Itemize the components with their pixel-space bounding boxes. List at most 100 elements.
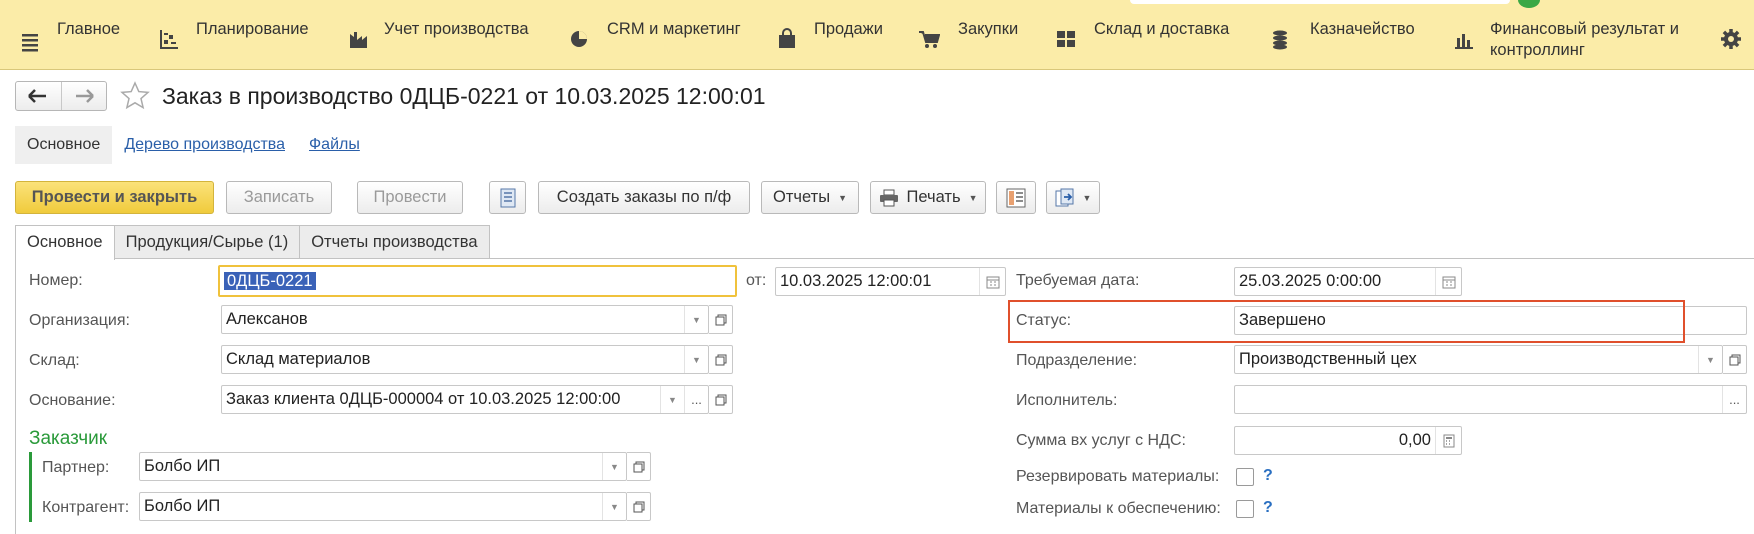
post-button[interactable]: Провести: [357, 181, 463, 214]
organization-field[interactable]: Алексанов ▼: [221, 305, 709, 334]
reserve-materials-checkbox[interactable]: [1236, 468, 1254, 486]
create-orders-button[interactable]: Создать заказы по п/ф: [538, 181, 750, 214]
menu-label: Казначейство: [1310, 20, 1415, 38]
reports-button[interactable]: Отчеты ▼: [761, 181, 859, 214]
related-docs-button[interactable]: ▼: [1046, 181, 1100, 214]
executor-label: Исполнитель:: [1016, 392, 1118, 409]
reports-label: Отчеты: [773, 188, 831, 206]
dropdown-caret-icon[interactable]: ▼: [602, 493, 626, 520]
materials-to-provide-checkbox[interactable]: [1236, 500, 1254, 518]
menu-item-sales[interactable]: Продажи: [770, 0, 900, 70]
open-basis-button[interactable]: [709, 385, 733, 414]
menu-label: Склад и доставка: [1094, 20, 1230, 38]
calendar-icon: [1442, 276, 1455, 288]
list-icon: [500, 188, 515, 207]
open-organization-button[interactable]: [709, 305, 733, 334]
document-tabs: Основное Продукция/Сырье (1) Отчеты прои…: [15, 225, 490, 260]
open-window-icon: [715, 394, 726, 405]
section-files-link[interactable]: Файлы: [297, 126, 372, 164]
menu-item-production[interactable]: Учет производства: [340, 0, 540, 70]
open-window-icon: [715, 314, 726, 325]
document-list-button[interactable]: [489, 181, 526, 214]
structure-button[interactable]: [996, 181, 1036, 214]
form-sections: Основное Дерево производства Файлы: [15, 126, 372, 164]
warehouse-value: Склад материалов: [226, 350, 371, 368]
calendar-icon: [986, 276, 999, 288]
section-main[interactable]: Основное: [15, 126, 113, 164]
from-date-field[interactable]: 10.03.2025 12:00:01: [775, 267, 1006, 296]
menu-label: Планирование: [196, 20, 309, 38]
executor-field[interactable]: ...: [1234, 385, 1747, 414]
tab-body-border: [15, 258, 16, 534]
reserve-materials-label: Резервировать материалы:: [1016, 468, 1220, 485]
favorite-star-icon[interactable]: [119, 80, 151, 112]
section-production-tree-link[interactable]: Дерево производства: [112, 126, 297, 164]
open-counterparty-button[interactable]: [627, 492, 651, 521]
partner-field[interactable]: Болбо ИП ▼: [139, 452, 627, 481]
required-date-field[interactable]: 25.03.2025 0:00:00: [1234, 267, 1462, 296]
open-division-button[interactable]: [1723, 345, 1747, 374]
sum-field[interactable]: 0,00: [1234, 426, 1462, 455]
dropdown-caret-icon: ▼: [1082, 192, 1092, 203]
shopping-bag-icon: [779, 28, 795, 48]
basis-value: Заказ клиента 0ДЦБ-000004 от 10.03.2025 …: [226, 390, 621, 408]
calendar-button[interactable]: [979, 268, 1005, 295]
menu-item-financial[interactable]: Финансовый результат и контроллинг: [1445, 0, 1695, 70]
division-label: Подразделение:: [1016, 352, 1138, 369]
dropdown-caret-icon: ▼: [968, 192, 978, 203]
planning-icon: [160, 30, 178, 49]
division-field[interactable]: Производственный цех ▼: [1234, 345, 1723, 374]
coins-icon: [1273, 30, 1287, 50]
number-label: Номер:: [29, 272, 83, 289]
menu-item-warehouse[interactable]: Склад и доставка: [1045, 0, 1245, 70]
menu-item-main[interactable]: Главное: [0, 0, 140, 70]
menu-item-treasury[interactable]: Казначейство: [1260, 0, 1430, 70]
organization-label: Организация:: [29, 312, 130, 329]
basis-field[interactable]: Заказ клиента 0ДЦБ-000004 от 10.03.2025 …: [221, 385, 709, 414]
page-title: Заказ в производство 0ДЦБ-0221 от 10.03.…: [162, 83, 766, 109]
number-field[interactable]: 0ДЦБ-0221: [218, 265, 737, 297]
post-label: Провести: [373, 188, 447, 206]
counterparty-field[interactable]: Болбо ИП ▼: [139, 492, 627, 521]
open-window-icon: [633, 461, 644, 472]
calculator-button[interactable]: [1435, 427, 1461, 454]
gear-icon[interactable]: [1720, 28, 1742, 50]
dropdown-caret-icon[interactable]: ▼: [1698, 346, 1722, 373]
factory-icon: [350, 32, 367, 48]
customer-group-title: Заказчик: [29, 428, 108, 449]
warehouse-field[interactable]: Склад материалов ▼: [221, 345, 709, 374]
open-warehouse-button[interactable]: [709, 345, 733, 374]
dropdown-caret-icon: ▼: [838, 192, 847, 203]
required-date-label: Требуемая дата:: [1016, 272, 1140, 289]
sum-value: 0,00: [1398, 431, 1431, 449]
sum-label: Сумма вх услуг с НДС:: [1016, 432, 1186, 449]
menu-item-planning[interactable]: Планирование: [150, 0, 320, 70]
menu-item-purchases[interactable]: Закупки: [910, 0, 1040, 70]
reserve-help-link[interactable]: ?: [1263, 467, 1273, 485]
dropdown-caret-icon[interactable]: ▼: [602, 453, 626, 480]
select-ellipsis-button[interactable]: ...: [684, 386, 708, 413]
calculator-icon: [1443, 434, 1454, 447]
dropdown-caret-icon[interactable]: ▼: [684, 346, 708, 373]
dropdown-caret-icon[interactable]: ▼: [684, 306, 708, 333]
provide-help-link[interactable]: ?: [1263, 499, 1273, 517]
history-nav: [15, 81, 107, 111]
select-ellipsis-button[interactable]: ...: [1722, 386, 1746, 413]
tab-products-materials[interactable]: Продукция/Сырье (1): [113, 225, 301, 259]
post-and-close-button[interactable]: Провести и закрыть: [15, 181, 214, 214]
open-partner-button[interactable]: [627, 452, 651, 481]
save-button[interactable]: Записать: [226, 181, 332, 214]
menu-item-crm[interactable]: CRM и маркетинг: [560, 0, 741, 70]
tab-production-reports[interactable]: Отчеты производства: [299, 225, 490, 259]
dropdown-caret-icon[interactable]: ▼: [660, 386, 684, 413]
back-button[interactable]: [16, 82, 61, 110]
forward-button[interactable]: [60, 82, 107, 110]
bar-chart-icon: [1455, 34, 1473, 49]
print-button[interactable]: Печать ▼: [870, 181, 986, 214]
tab-main[interactable]: Основное: [15, 225, 115, 260]
calendar-button[interactable]: [1435, 268, 1461, 295]
printer-icon: [879, 189, 898, 206]
menu-label-line1: Финансовый результат и: [1490, 20, 1679, 38]
counterparty-label: Контрагент:: [42, 499, 130, 516]
save-label: Записать: [243, 188, 315, 206]
